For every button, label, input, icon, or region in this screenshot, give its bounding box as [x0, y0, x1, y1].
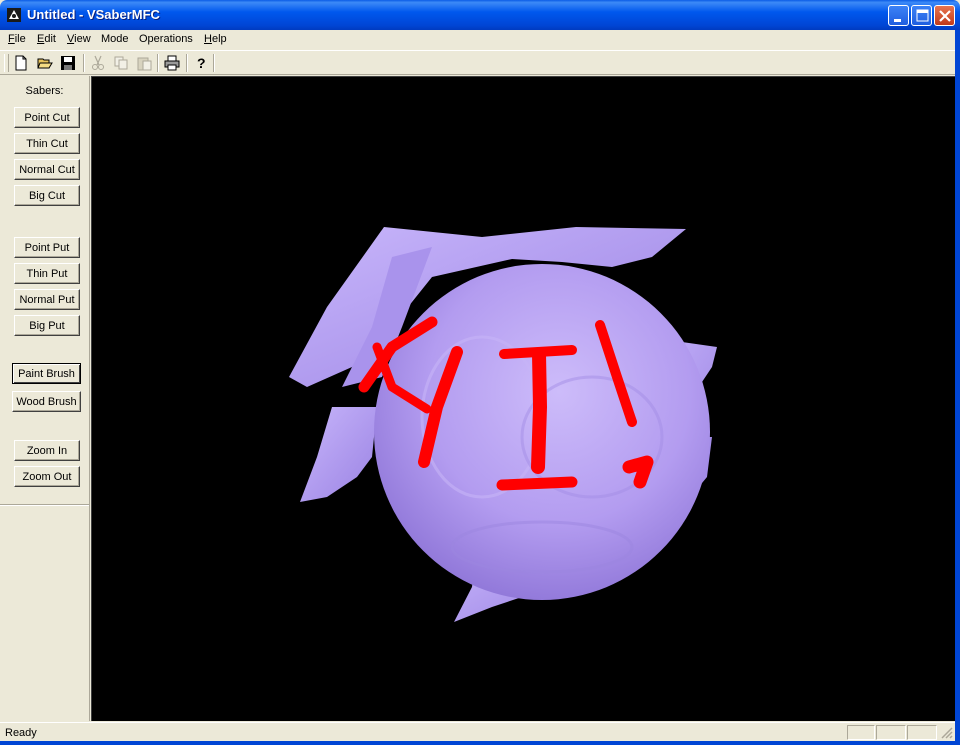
open-folder-icon[interactable]: [35, 54, 55, 72]
window-frame-right: [955, 30, 960, 745]
app-window: Untitled - VSaberMFC File Edit View Mode…: [0, 0, 960, 745]
status-bar: Ready: [0, 722, 955, 742]
cut-scissors-icon[interactable]: [88, 54, 108, 72]
close-icon: [939, 10, 951, 22]
normal-cut-button[interactable]: Normal Cut: [14, 159, 80, 180]
title-bar[interactable]: Untitled - VSaberMFC: [0, 0, 960, 30]
save-disk-icon[interactable]: [58, 54, 78, 72]
menu-help-label: elp: [211, 33, 227, 45]
status-pane-scrl: [907, 725, 937, 740]
paint-brush-button[interactable]: Paint Brush: [12, 363, 81, 384]
menu-bar: File Edit View Mode Operations Help: [0, 30, 960, 49]
menu-help-mnemonic: H: [204, 33, 212, 45]
big-put-button[interactable]: Big Put: [14, 315, 80, 336]
menu-file[interactable]: File: [8, 33, 26, 45]
zoom-out-button[interactable]: Zoom Out: [14, 466, 80, 487]
menu-file-label: ile: [14, 33, 26, 45]
window-title: Untitled - VSaberMFC: [27, 7, 160, 22]
app-logo-icon[interactable]: [6, 7, 22, 23]
menu-view[interactable]: View: [67, 33, 91, 45]
maximize-icon: [916, 9, 929, 22]
normal-put-button[interactable]: Normal Put: [14, 289, 80, 310]
toolbar-separator: [83, 54, 85, 72]
menu-edit-label: dit: [44, 33, 56, 45]
menu-help[interactable]: Help: [204, 33, 227, 45]
svg-text:?: ?: [197, 55, 206, 71]
status-pane-cap: [847, 725, 875, 740]
toolbar-separator: [213, 54, 215, 72]
panel-divider: [0, 504, 89, 506]
paste-icon[interactable]: [134, 54, 154, 72]
new-file-icon[interactable]: [11, 54, 31, 72]
maximize-button[interactable]: [911, 5, 932, 26]
toolbar-separator: [157, 54, 159, 72]
resize-grip-icon[interactable]: [940, 726, 953, 739]
menu-operations[interactable]: Operations: [139, 33, 193, 45]
toolbar-separator: [186, 54, 188, 72]
sculpt-viewport[interactable]: [91, 76, 955, 721]
zoom-in-button[interactable]: Zoom In: [14, 440, 80, 461]
saber-panel: Sabers: Point Cut Thin Cut Normal Cut Bi…: [0, 76, 90, 721]
thin-cut-button[interactable]: Thin Cut: [14, 133, 80, 154]
menu-operations-label: Operations: [139, 33, 193, 45]
sculpted-object: [289, 227, 717, 622]
toolbar-grip[interactable]: [4, 54, 9, 72]
sabers-label: Sabers:: [25, 85, 64, 97]
big-cut-button[interactable]: Big Cut: [14, 185, 80, 206]
point-put-button[interactable]: Point Put: [14, 237, 80, 258]
wood-brush-button[interactable]: Wood Brush: [12, 391, 81, 412]
copy-icon[interactable]: [111, 54, 131, 72]
menu-mode-label: Mode: [101, 33, 129, 45]
window-frame-bottom: [0, 741, 960, 745]
toolbar: ?: [0, 50, 960, 75]
menu-mode[interactable]: Mode: [101, 33, 129, 45]
point-cut-button[interactable]: Point Cut: [14, 107, 80, 128]
help-icon[interactable]: ?: [191, 54, 211, 72]
print-icon[interactable]: [162, 54, 182, 72]
menu-edit[interactable]: Edit: [37, 33, 56, 45]
thin-put-button[interactable]: Thin Put: [14, 263, 80, 284]
status-text: Ready: [5, 727, 37, 739]
menu-file-mnemonic: F: [8, 33, 15, 45]
minimize-button[interactable]: [888, 5, 909, 26]
status-pane-num: [876, 725, 906, 740]
menu-view-label: iew: [74, 33, 91, 45]
minimize-icon: [894, 19, 901, 22]
close-button[interactable]: [934, 5, 955, 26]
